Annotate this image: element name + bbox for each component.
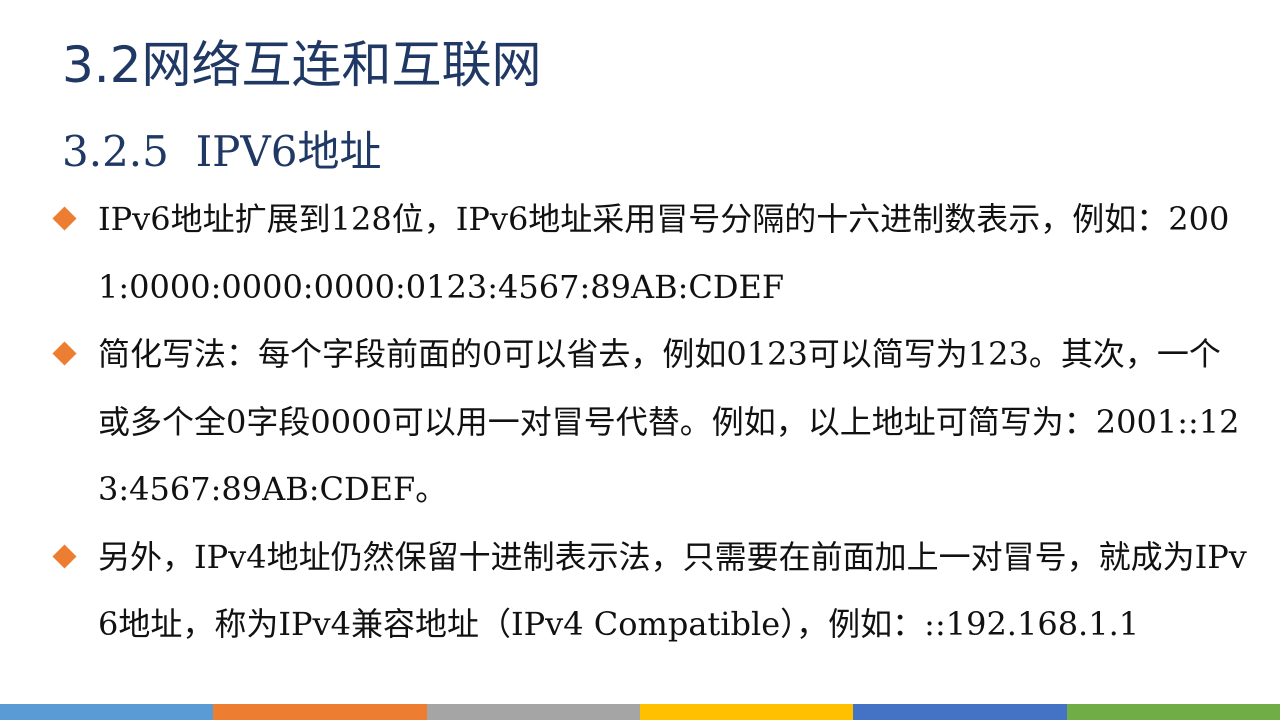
bullet-text: 简化写法：每个字段前面的0可以省去，例如0123可以简写为123。其次，一个或多… (98, 335, 1240, 508)
slide: 3.2网络互连和互联网 3.2.5 IPV6地址 IPv6地址扩展到128位，I… (0, 0, 1280, 720)
orange-diamond-icon (52, 341, 77, 366)
slide-subtitle: 3.2.5 IPV6地址 (62, 127, 382, 176)
bullet-text: 另外，IPv4地址仍然保留十进制表示法，只需要在前面加上一对冒号，就成为IPv6… (98, 537, 1247, 644)
bottom-color-bar (0, 704, 1280, 720)
bullet-item: IPv6地址扩展到128位，IPv6地址采用冒号分隔的十六进制数表示，例如：20… (52, 186, 1250, 321)
orange-diamond-icon (52, 206, 77, 231)
slide-title: 3.2网络互连和互联网 (62, 36, 542, 94)
bullet-item: 另外，IPv4地址仍然保留十进制表示法，只需要在前面加上一对冒号，就成为IPv6… (52, 524, 1250, 659)
bar-segment (0, 704, 214, 720)
bar-segment (213, 704, 427, 720)
orange-diamond-icon (52, 543, 77, 569)
bar-segment (426, 704, 640, 720)
bar-segment (639, 704, 854, 720)
bullet-item: 简化写法：每个字段前面的0可以省去，例如0123可以简写为123。其次，一个或多… (52, 321, 1250, 524)
bullet-text: IPv6地址扩展到128位，IPv6地址采用冒号分隔的十六进制数表示，例如：20… (98, 200, 1230, 306)
bar-segment (853, 704, 1067, 720)
bar-segment (1066, 704, 1280, 720)
bullet-list: IPv6地址扩展到128位，IPv6地址采用冒号分隔的十六进制数表示，例如：20… (52, 186, 1250, 659)
